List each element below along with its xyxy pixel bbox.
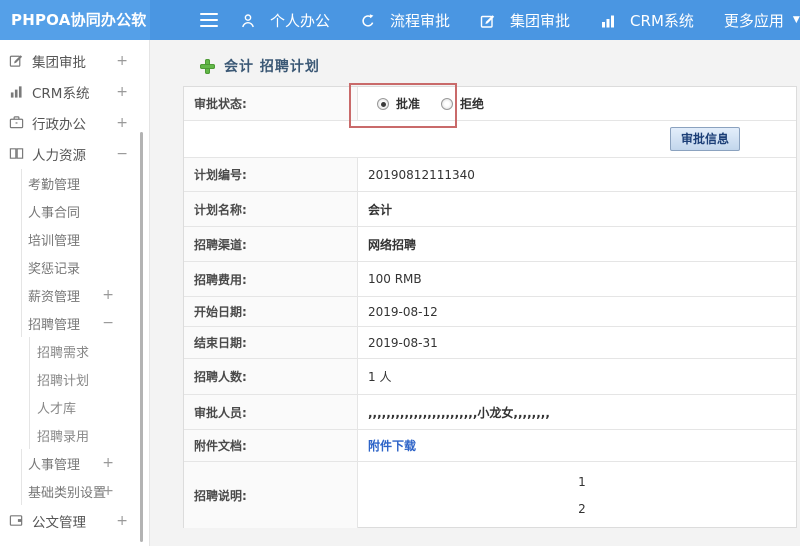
sidebar-item-training[interactable]: 培训管理 (21, 225, 149, 253)
row-recruit-cost: 招聘费用: 100 RMB (184, 262, 796, 297)
row-headcount: 招聘人数: 1 人 (184, 359, 796, 395)
nav-process-approval[interactable]: 流程审批 (360, 10, 450, 31)
document-icon (9, 513, 24, 528)
nav-label: 集团审批 (510, 11, 571, 30)
nav-group-approval[interactable]: 集团审批 (480, 10, 570, 31)
row-attachment: 附件文档: 附件下载 (184, 430, 796, 462)
approval-status-radio-group: 批准 拒绝 (377, 95, 505, 112)
nav-label: CRM系统 (630, 11, 694, 30)
recruit-plan-form: 审批状态: 批准 拒绝 审批信息 计划编号: 20190812111340 计划… (183, 86, 797, 528)
bar-chart-icon (9, 84, 24, 99)
field-value: ,,,,,,,,,,,,,,,,,,,,,,,,小龙女,,,,,,,, (368, 405, 550, 420)
row-recruit-channel: 招聘渠道: 网络招聘 (184, 227, 796, 262)
row-end-date: 结束日期: 2019-08-31 (184, 327, 796, 359)
field-label: 审批人员: (184, 395, 358, 429)
sidebar-item-vehicle-mgmt[interactable]: 用车管理 + (0, 536, 149, 546)
field-label: 结束日期: (184, 327, 358, 358)
row-start-date: 开始日期: 2019-08-12 (184, 297, 796, 327)
menu-icon[interactable] (200, 13, 218, 31)
expand-toggle[interactable]: + (102, 287, 114, 303)
attachment-download-link[interactable]: 附件下载 (368, 437, 416, 454)
sidebar-item-base-category[interactable]: 基础类别设置 + (21, 477, 149, 505)
field-value: 2019-08-31 (368, 335, 438, 350)
field-label: 招聘渠道: (184, 227, 358, 261)
row-plan-number: 计划编号: 20190812111340 (184, 158, 796, 192)
collapse-toggle[interactable]: − (102, 315, 114, 331)
collapse-toggle[interactable]: − (116, 146, 128, 162)
row-approval-status: 审批状态: 批准 拒绝 (184, 87, 796, 121)
sidebar-item-admin-office[interactable]: 行政办公 + (0, 107, 149, 138)
field-value: 1 人 (368, 370, 392, 384)
page-title: 会计 招聘计划 (200, 56, 320, 76)
top-nav: 个人办公 流程审批 集团审批 CRM系统 更多应用 ▼ (240, 0, 800, 40)
expand-toggle[interactable]: + (116, 115, 128, 131)
sidebar-item-hr-contract[interactable]: 人事合同 (21, 197, 149, 225)
expand-toggle[interactable]: + (116, 84, 128, 100)
sidebar-item-recruit-demand[interactable]: 招聘需求 (29, 337, 149, 365)
sidebar-item-hr[interactable]: 人力资源 − (0, 138, 149, 169)
sidebar-item-recruit-hire[interactable]: 招聘录用 (29, 421, 149, 449)
app-logo: PHPOA协同办公软件 (0, 0, 150, 69)
sidebar-scrollbar[interactable] (140, 132, 143, 542)
nav-personal-office[interactable]: 个人办公 (240, 10, 330, 31)
field-label: 招聘人数: (184, 359, 358, 394)
bar-chart-icon (600, 13, 615, 28)
row-approve-button: 审批信息 (184, 121, 796, 158)
plus-icon (200, 58, 215, 74)
field-label: 附件文档: (184, 430, 358, 461)
process-refresh-icon (360, 13, 375, 28)
sidebar-item-group-approval[interactable]: 集团审批 + (0, 45, 149, 76)
row-description: 招聘说明: 1 2 (184, 462, 796, 528)
expand-toggle[interactable]: + (116, 53, 128, 69)
sidebar-item-document-mgmt[interactable]: 公文管理 + (0, 505, 149, 536)
description-line: 1 (578, 474, 586, 489)
row-plan-name: 计划名称: 会计 (184, 192, 796, 227)
approve-radio[interactable] (377, 97, 389, 110)
nav-crm[interactable]: CRM系统 (600, 10, 694, 31)
expand-toggle[interactable]: + (102, 483, 114, 499)
field-value: 100 RMB (368, 272, 422, 286)
topbar: PHPOA协同办公软件 个人办公 流程审批 (0, 0, 800, 69)
field-value: 2019-08-12 (368, 304, 438, 319)
page-title-text: 会计 招聘计划 (224, 59, 320, 75)
sidebar: 集团审批 + CRM系统 + 行政办公 + 人力资源 − 考勤管理 人事合同 培… (0, 40, 150, 546)
edit-icon (9, 53, 24, 68)
field-label: 开始日期: (184, 297, 358, 326)
expand-toggle[interactable]: + (102, 455, 114, 471)
nav-more-apps[interactable]: 更多应用 ▼ (724, 10, 800, 31)
expand-toggle[interactable]: + (116, 513, 128, 529)
book-icon (9, 146, 24, 161)
sidebar-item-personnel-mgmt[interactable]: 人事管理 + (21, 449, 149, 477)
sidebar-item-salary[interactable]: 薪资管理 + (21, 281, 149, 309)
row-approvers: 审批人员: ,,,,,,,,,,,,,,,,,,,,,,,,小龙女,,,,,,,… (184, 395, 796, 430)
reject-radio-label: 拒绝 (460, 97, 485, 111)
edit-icon (480, 13, 495, 28)
sidebar-item-recruit-plan[interactable]: 招聘计划 (29, 365, 149, 393)
reject-radio[interactable] (441, 97, 454, 110)
field-label: 计划编号: (184, 158, 358, 191)
nav-label: 个人办公 (270, 11, 331, 30)
sidebar-item-crm[interactable]: CRM系统 + (0, 76, 149, 107)
caret-down-icon: ▼ (792, 15, 800, 25)
briefcase-icon (9, 115, 24, 130)
field-label: 招聘说明: (184, 462, 358, 528)
approve-info-button[interactable]: 审批信息 (669, 127, 740, 151)
field-label: 审批状态: (184, 87, 358, 120)
main-content: 会计 招聘计划 审批状态: 批准 拒绝 审批信息 计划编号: 201908121… (151, 40, 800, 546)
sidebar-item-rewards[interactable]: 奖惩记录 (21, 253, 149, 281)
field-label: 计划名称: (184, 192, 358, 226)
field-label: 招聘费用: (184, 262, 358, 296)
nav-label: 流程审批 (390, 11, 451, 30)
sidebar-item-recruit-mgmt[interactable]: 招聘管理 − (21, 309, 149, 337)
field-value: 会计 (368, 202, 393, 217)
description-line: 2 (578, 501, 586, 516)
approve-radio-label: 批准 (396, 97, 421, 111)
sidebar-item-attendance[interactable]: 考勤管理 (21, 169, 149, 197)
sidebar-item-talent-pool[interactable]: 人才库 (29, 393, 149, 421)
field-value: 网络招聘 (368, 237, 417, 252)
nav-label: 更多应用 (723, 11, 784, 30)
field-value: 20190812111340 (368, 167, 475, 182)
person-icon (240, 13, 255, 28)
